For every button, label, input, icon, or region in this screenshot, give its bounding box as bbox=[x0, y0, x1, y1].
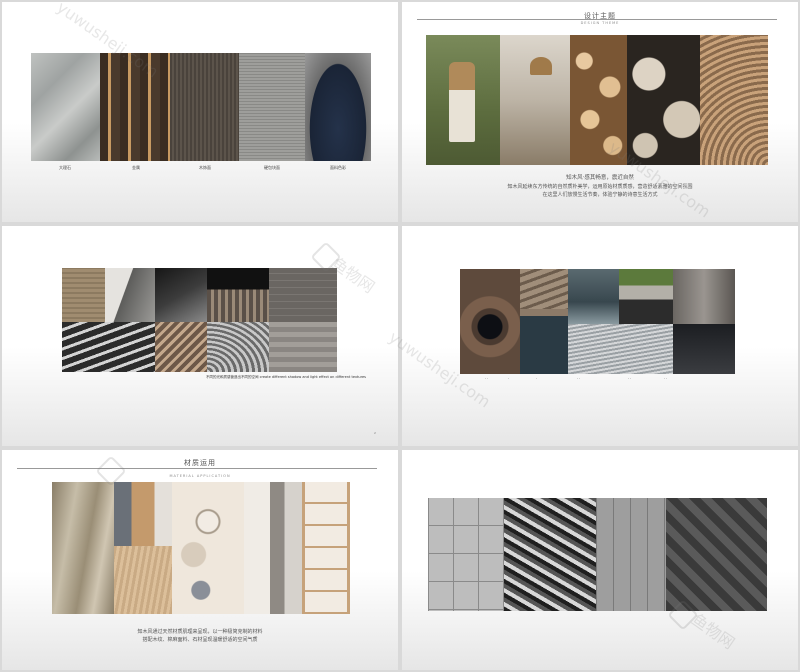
label-5: · · bbox=[628, 377, 632, 381]
caption-metal: 金属 bbox=[132, 165, 140, 170]
photo-wood-curves bbox=[700, 35, 768, 165]
photo-board-formed-concrete bbox=[269, 322, 337, 372]
label-4: · · bbox=[577, 377, 581, 381]
fabric-color-swatch bbox=[305, 53, 371, 161]
slide-water-stone[interactable]: · · · · · · · · · · bbox=[402, 226, 798, 446]
slide-title: 材质运用 bbox=[184, 459, 216, 467]
photo-water-cascade bbox=[619, 269, 673, 324]
photo-herringbone-floor bbox=[666, 498, 767, 611]
photo-paper-umbrellas bbox=[627, 35, 700, 165]
caption-marble: 大理石 bbox=[59, 165, 71, 170]
photo-wood-grain bbox=[114, 546, 172, 614]
photo-woman-dress bbox=[449, 62, 475, 142]
slide-material-board[interactable]: 大理石 金属 木饰面 硬包块面 面料色彩 bbox=[2, 2, 398, 222]
slide-subtitle: MATERIAL APPLICATION bbox=[169, 474, 231, 478]
photo-stone-panels bbox=[428, 498, 504, 611]
metal-swatch bbox=[100, 53, 170, 161]
photo-crumpled-metal bbox=[504, 498, 596, 611]
slide-light-shadow[interactable]: 不同的光和质感营造出不同的空间 create different shadow … bbox=[2, 226, 398, 446]
photo-wood-louvres bbox=[155, 322, 207, 372]
photo-wood-shelving bbox=[302, 482, 350, 614]
photo-sea-surface bbox=[568, 269, 619, 324]
application-paragraph-2: 搭配木纹、棉麻面料、石材呈现温暖舒适的空间气质 bbox=[142, 637, 258, 643]
title-rule bbox=[17, 468, 377, 469]
theme-paragraph-1: 知木风延续东方传统的自然质朴美学，运用原始材质质感，营造舒适素雅的空间氛围 bbox=[507, 184, 693, 190]
marble-swatch bbox=[31, 53, 100, 161]
photo-curved-ribs bbox=[207, 322, 269, 372]
photo-light-stripes bbox=[62, 322, 155, 372]
photo-wood-cabinet bbox=[114, 482, 172, 546]
page-number: 2 bbox=[374, 431, 376, 435]
theme-heading: 知木风·感其畅意，震近自然 bbox=[566, 175, 634, 181]
fabric-panel-swatch bbox=[239, 53, 305, 161]
photo-rammed-earth bbox=[62, 268, 105, 322]
photo-curtain-stool bbox=[244, 482, 302, 614]
label-6: · · bbox=[664, 377, 668, 381]
slide-subtitle: DESIGN THEME bbox=[580, 21, 620, 25]
wood-veneer-swatch bbox=[170, 53, 239, 161]
photo-stone-well bbox=[460, 269, 520, 374]
application-paragraph-1: 知木风通过天然材质肌理来呈现，以一种极简克制的材料 bbox=[137, 629, 263, 635]
photo-concrete-wall bbox=[269, 268, 337, 322]
photo-pendant-lamp bbox=[530, 57, 552, 75]
slide-grid: 大理石 金属 木饰面 硬包块面 面料色彩 设计主题 DESIGN THEME 知… bbox=[0, 0, 800, 672]
photo-wood-slices bbox=[570, 35, 627, 165]
photo-interior-room bbox=[500, 35, 570, 165]
photo-ripples bbox=[568, 324, 673, 374]
light-shadow-note: 不同的光和质感营造出不同的空间 create different shadow … bbox=[206, 375, 366, 379]
label-2: · bbox=[508, 377, 510, 381]
photo-pebbles-swatches bbox=[172, 482, 244, 614]
theme-paragraph-2: 在这里人们放慢生活节奏，体验宁静的诗意生活方式 bbox=[542, 192, 658, 198]
caption-fabric-panel: 硬包块面 bbox=[264, 165, 280, 170]
label-1: · · bbox=[485, 377, 489, 381]
photo-dark-corner bbox=[155, 268, 207, 322]
title-rule bbox=[417, 19, 777, 20]
label-3: · bbox=[536, 377, 538, 381]
caption-wood: 木饰面 bbox=[199, 165, 211, 170]
photo-slatted-ceiling bbox=[207, 268, 269, 322]
slide-design-theme[interactable]: 设计主题 DESIGN THEME 知木风·感其畅意，震近自然 知木风延续东方传… bbox=[402, 2, 798, 222]
photo-dark-pool bbox=[673, 324, 735, 374]
photo-granite-slab bbox=[673, 269, 735, 324]
slide-material-application[interactable]: 材质运用 MATERIAL APPLICATION 知木风通过天然材质肌理来呈现… bbox=[2, 450, 398, 670]
slide-surface-textures[interactable] bbox=[402, 450, 798, 670]
caption-fabric-color: 面料色彩 bbox=[330, 165, 346, 170]
photo-concrete-arch bbox=[105, 268, 155, 322]
photo-wood-planks bbox=[596, 498, 666, 611]
photo-steps-stripes bbox=[520, 269, 568, 309]
photo-linen-drape bbox=[52, 482, 114, 614]
